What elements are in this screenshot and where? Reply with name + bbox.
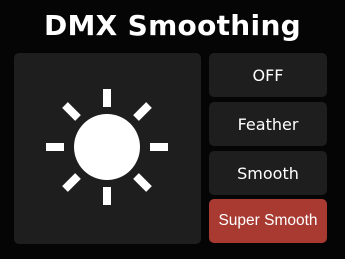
option-smooth-button[interactable]: Smooth xyxy=(209,151,327,195)
option-super-smooth-button[interactable]: Super Smooth xyxy=(209,199,327,243)
option-feather-button[interactable]: Feather xyxy=(209,102,327,146)
brightness-preview-panel xyxy=(14,53,201,244)
dmx-smoothing-screen: DMX Smoothing OFF Feather Smooth Super S… xyxy=(0,0,345,259)
option-off-button[interactable]: OFF xyxy=(209,53,327,97)
page-title: DMX Smoothing xyxy=(43,9,302,42)
sun-icon xyxy=(46,89,168,205)
